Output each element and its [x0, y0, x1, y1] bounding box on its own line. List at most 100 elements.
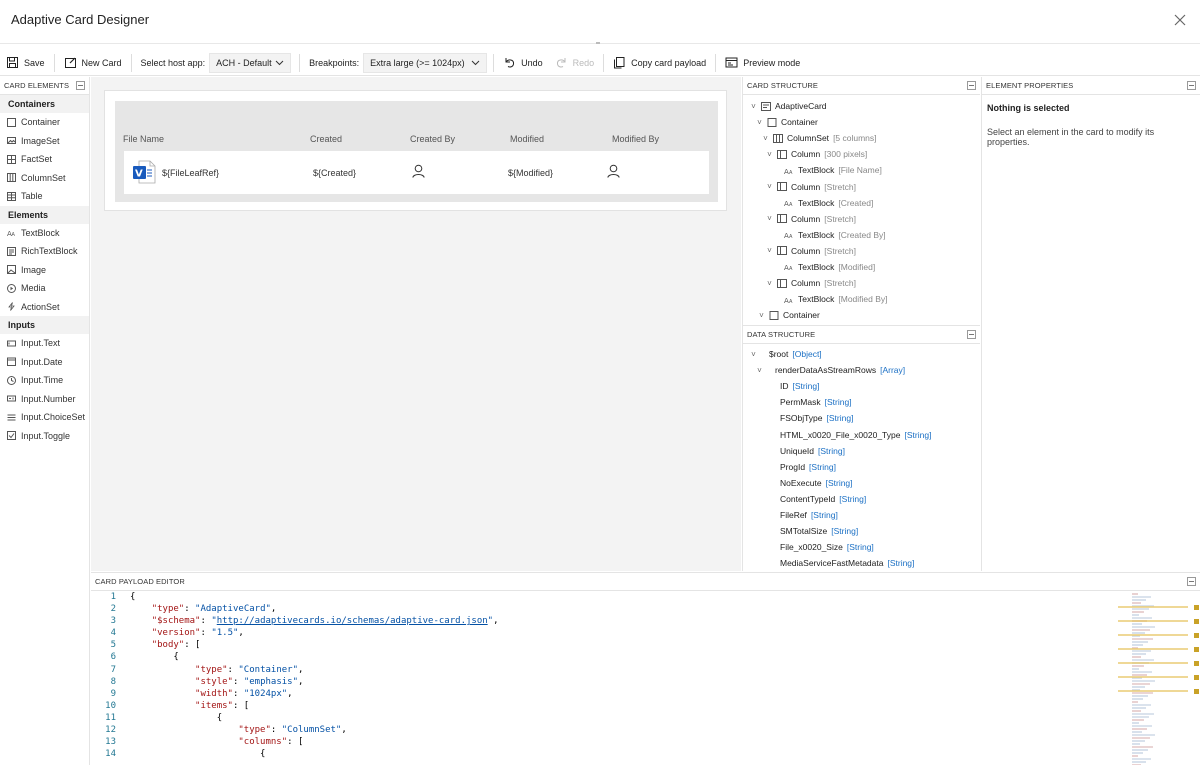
tree-node-container[interactable]: ˅ Container: [743, 114, 980, 130]
data-node-root[interactable]: ˅ $root [Object]: [743, 346, 980, 362]
column-header-created-by[interactable]: Created By: [410, 134, 455, 144]
palette-item-media[interactable]: Media: [0, 279, 89, 298]
palette-item-factset[interactable]: FactSet: [0, 150, 89, 169]
data-node-field[interactable]: File_x0020_Size [String]: [743, 539, 980, 555]
data-node-field[interactable]: ContentTypeId [String]: [743, 491, 980, 507]
data-node-field[interactable]: NoExecute [String]: [743, 475, 980, 491]
data-node-field[interactable]: UniqueId [String]: [743, 443, 980, 459]
tree-node-textblock[interactable]: AA TextBlock [File Name]: [743, 162, 980, 178]
chevron-down-icon[interactable]: ˅: [749, 350, 758, 359]
host-app-select[interactable]: ACH - Default: [209, 52, 292, 73]
cell-created[interactable]: ${Created}: [313, 168, 356, 178]
code-line[interactable]: 9 "width": "1024px",: [91, 689, 1121, 701]
tree-node-textblock[interactable]: AA TextBlock [Created]: [743, 195, 980, 211]
save-button[interactable]: Save: [0, 52, 51, 74]
data-node-field[interactable]: SMTotalSize [String]: [743, 523, 980, 539]
code-line[interactable]: 2 "type": "AdaptiveCard",: [91, 604, 1121, 616]
tree-node-textblock[interactable]: AA TextBlock [Modified By]: [743, 291, 980, 307]
code-line[interactable]: 11 {: [91, 713, 1121, 725]
column-header-file-name[interactable]: File Name: [123, 134, 164, 144]
palette-item-imageset[interactable]: ImageSet: [0, 132, 89, 151]
file-row[interactable]: V ${FileLeafRef} ${Created} ${Modified}: [124, 151, 709, 194]
code-line[interactable]: 7 "type": "Container",: [91, 665, 1121, 677]
code-line[interactable]: 1{: [91, 592, 1121, 604]
palette-item-input-number[interactable]: Input.Number: [0, 390, 89, 409]
code-minimap[interactable]: [1118, 592, 1200, 765]
undo-button[interactable]: Undo: [497, 52, 549, 74]
palette-item-input-text[interactable]: Input.Text: [0, 334, 89, 353]
code-line[interactable]: 8 "style": "emphasis",: [91, 677, 1121, 689]
chevron-down-icon[interactable]: ˅: [765, 246, 774, 255]
data-node-array[interactable]: ˅ renderDataAsStreamRows [Array]: [743, 362, 980, 378]
design-canvas[interactable]: File Name Created Created By Modified Mo…: [91, 77, 741, 571]
data-node-field[interactable]: HTML_x0020_File_x0020_Type [String]: [743, 426, 980, 442]
tree-node-columnset[interactable]: ˅ ColumnSet [5 columns]: [743, 130, 980, 146]
data-node-field[interactable]: ID [String]: [743, 378, 980, 394]
palette-item-input-date[interactable]: Input.Date: [0, 353, 89, 372]
preview-mode-button[interactable]: Preview mode: [719, 52, 806, 74]
chevron-down-icon[interactable]: ˅: [755, 366, 764, 375]
data-node-field[interactable]: PermMask [String]: [743, 394, 980, 410]
collapse-icon[interactable]: [967, 81, 976, 90]
data-node-field[interactable]: FileRef [String]: [743, 507, 980, 523]
chevron-down-icon[interactable]: ˅: [761, 134, 770, 143]
chevron-down-icon[interactable]: ˅: [765, 182, 774, 191]
code-line[interactable]: 10 "items": [: [91, 701, 1121, 713]
data-node-field[interactable]: MediaServiceFastMetadata [String]: [743, 555, 980, 571]
person-icon[interactable]: [607, 164, 620, 178]
tree-node-column[interactable]: ˅ Column [Stretch]: [743, 243, 980, 259]
code-line[interactable]: 4 "version": "1.5",: [91, 628, 1121, 640]
chevron-down-icon[interactable]: ˅: [755, 118, 764, 127]
palette-item-textblock[interactable]: AA TextBlock: [0, 224, 89, 243]
redo-button[interactable]: Redo: [549, 52, 601, 74]
chevron-down-icon[interactable]: ˅: [765, 279, 774, 288]
tree-node-adaptivecard[interactable]: ˅ AdaptiveCard: [743, 98, 980, 114]
palette-item-image[interactable]: Image: [0, 261, 89, 280]
tree-node-column[interactable]: ˅ Column [Stretch]: [743, 275, 980, 291]
tree-node-column[interactable]: ˅ Column [Stretch]: [743, 211, 980, 227]
card-preview[interactable]: File Name Created Created By Modified Mo…: [104, 90, 727, 211]
breakpoints-select[interactable]: Extra large (>= 1024px): [363, 52, 488, 73]
collapse-icon[interactable]: [1187, 81, 1196, 90]
palette-item-input-choiceset[interactable]: Input.ChoiceSet: [0, 408, 89, 427]
data-node-field[interactable]: ProgId [String]: [743, 459, 980, 475]
palette-item-actionset[interactable]: ActionSet: [0, 298, 89, 317]
cell-modified[interactable]: ${Modified}: [508, 168, 553, 178]
column-header-modified[interactable]: Modified: [510, 134, 544, 144]
palette-item-table[interactable]: Table: [0, 187, 89, 206]
column-header-created[interactable]: Created: [310, 134, 342, 144]
data-node-type: [String]: [839, 493, 867, 504]
collapse-icon[interactable]: [1187, 577, 1196, 586]
data-node-field[interactable]: FSObjType [String]: [743, 410, 980, 426]
palette-item-input-toggle[interactable]: Input.Toggle: [0, 427, 89, 446]
code-line[interactable]: 6 {: [91, 652, 1121, 664]
chevron-down-icon[interactable]: ˅: [765, 150, 774, 159]
tree-node-container[interactable]: ˅ Container: [743, 307, 980, 323]
palette-item-richtextblock[interactable]: RichTextBlock: [0, 242, 89, 261]
chevron-down-icon[interactable]: ˅: [757, 311, 766, 320]
close-icon[interactable]: [1172, 12, 1188, 28]
code-line[interactable]: 13 "columns": [: [91, 737, 1121, 749]
card-container[interactable]: File Name Created Created By Modified Mo…: [115, 101, 718, 202]
code-line[interactable]: 12 "type": "ColumnSet",: [91, 725, 1121, 737]
tree-node-textblock[interactable]: AA TextBlock [Created By]: [743, 227, 980, 243]
chevron-down-icon[interactable]: ˅: [749, 102, 758, 111]
column-header-modified-by[interactable]: Modified By: [612, 134, 659, 144]
person-icon[interactable]: [412, 164, 425, 178]
palette-item-columnset[interactable]: ColumnSet: [0, 169, 89, 188]
code-line[interactable]: 5 "body": [: [91, 640, 1121, 652]
collapse-icon[interactable]: [76, 81, 85, 90]
code-line[interactable]: 3 "$schema": " http://adaptivecards.io/sc…: [91, 616, 1121, 628]
tree-node-textblock[interactable]: AA TextBlock [Modified]: [743, 259, 980, 275]
cell-file-name[interactable]: ${FileLeafRef}: [162, 168, 219, 178]
code-line[interactable]: 14 {: [91, 749, 1121, 761]
chevron-down-icon[interactable]: ˅: [765, 214, 774, 223]
new-card-button[interactable]: New Card: [58, 52, 128, 74]
copy-payload-button[interactable]: Copy card payload: [607, 52, 712, 74]
tree-node-column[interactable]: ˅ Column [Stretch]: [743, 178, 980, 194]
json-code-area[interactable]: 1{2 "type": "AdaptiveCard", 3 "$schema": …: [91, 592, 1121, 761]
tree-node-column[interactable]: ˅ Column [300 pixels]: [743, 146, 980, 162]
collapse-icon[interactable]: [967, 330, 976, 339]
palette-item-container[interactable]: Container: [0, 113, 89, 132]
palette-item-input-time[interactable]: Input.Time: [0, 371, 89, 390]
